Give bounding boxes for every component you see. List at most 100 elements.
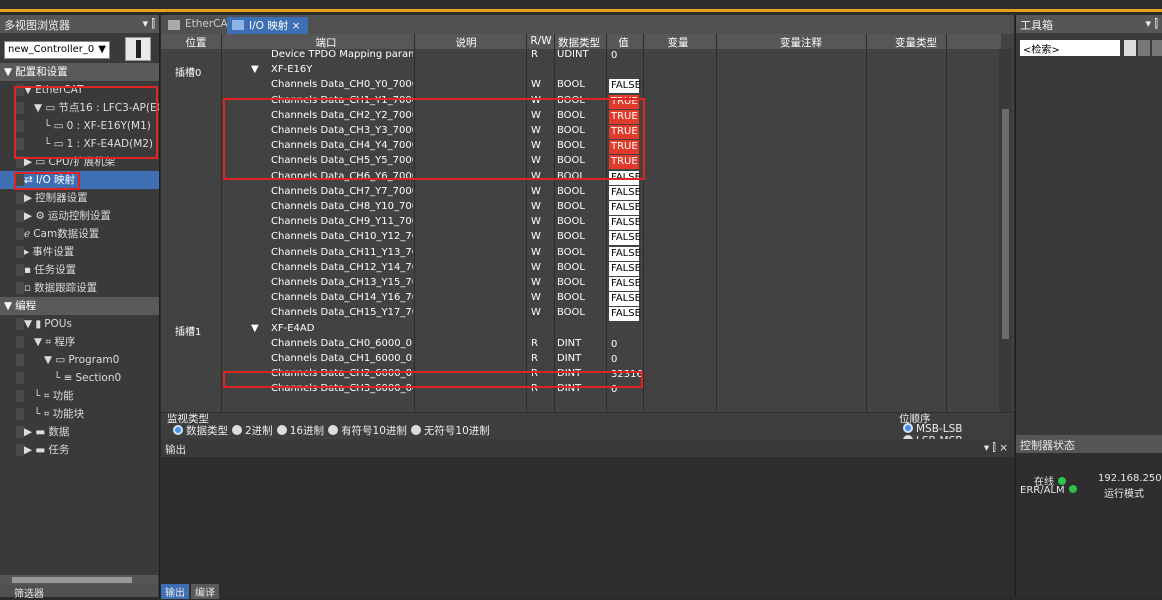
- value-cell[interactable]: FALSE: [609, 185, 641, 200]
- radio-icon[interactable]: [173, 425, 183, 435]
- controller-device-icon[interactable]: [125, 37, 151, 61]
- tree-node[interactable]: ⇄ I/O 映射: [0, 171, 159, 189]
- clear-icon[interactable]: [1152, 40, 1162, 56]
- value-cell[interactable]: FALSE: [609, 216, 641, 231]
- table-row[interactable]: Device TPDO Mapping paramet_RESEI R UDINT 0: [161, 49, 1001, 64]
- tree-node[interactable]: ▫ 数据跟踪设置: [0, 279, 159, 297]
- table-row[interactable]: Channels Data_CH15_Y17_7000_10 W BOOL FALSE: [161, 307, 1001, 322]
- tree-node[interactable]: ▼ ▮ POUs: [0, 315, 159, 333]
- table-row[interactable]: Channels Data_CH11_Y13_7000_0C W BOOL FALSE: [161, 246, 1001, 262]
- tree-arrow-icon[interactable]: ▼: [4, 300, 12, 312]
- tree-arrow-icon[interactable]: ▼: [24, 84, 32, 96]
- tree-arrow-icon[interactable]: ▫: [24, 282, 31, 294]
- value-cell[interactable]: TRUE: [609, 125, 639, 139]
- col-header-port[interactable]: 端口: [251, 35, 401, 50]
- table-row[interactable]: 插槽0 ▼ XF-E16Y: [161, 64, 1001, 79]
- col-header-variable[interactable]: 变量: [643, 35, 713, 50]
- tree-node[interactable]: ▼ ▭节点16 : LFC3-AP(E001: [0, 99, 159, 117]
- panel-controls-icon[interactable]: ▾ ⫿ ×: [984, 442, 1008, 455]
- monitor-type-radio[interactable]: 无符号10进制: [407, 425, 490, 437]
- table-row[interactable]: Channels Data_CH3_Y3_7000_04 W BOOL TRUE: [161, 125, 1001, 140]
- tree-arrow-icon[interactable]: ▼: [4, 66, 12, 78]
- value-cell[interactable]: TRUE: [609, 155, 639, 170]
- chevron-down-icon[interactable]: ▼: [98, 44, 106, 55]
- scroll-thumb[interactable]: [12, 577, 132, 583]
- table-row[interactable]: Channels Data_CH4_Y4_7000_05 W BOOL TRUE: [161, 140, 1001, 155]
- tree-node[interactable]: └ ▭ 0 : XF-E16Y(M1): [0, 117, 159, 135]
- tree-arrow-icon[interactable]: ▼ ▭: [34, 102, 55, 114]
- table-row[interactable]: Channels Data_CH8_Y10_7000_09 W BOOL FALSE: [161, 201, 1001, 216]
- tree-node[interactable]: ▶ 控制器设置: [0, 189, 159, 207]
- table-row[interactable]: Channels Data_CH9_Y11_7000_0A W BOOL FALSE: [161, 216, 1001, 231]
- table-row[interactable]: Channels Data_CH0_6000_01 R DINT 0: [161, 338, 1001, 353]
- tree-arrow-icon[interactable]: └ ▭: [44, 138, 64, 150]
- controller-select[interactable]: new_Controller_0 ▼: [4, 41, 110, 59]
- value-cell[interactable]: FALSE: [609, 307, 641, 322]
- tree-arrow-icon[interactable]: ▶ ▭: [24, 156, 45, 168]
- expand-arrow-icon[interactable]: ▼: [251, 64, 259, 75]
- value-cell[interactable]: FALSE: [609, 79, 641, 94]
- tree-arrow-icon[interactable]: ▼ ▮: [24, 318, 41, 330]
- col-header-description[interactable]: 说明: [411, 35, 521, 50]
- vertical-scrollbar[interactable]: [999, 49, 1012, 412]
- expand-arrow-icon[interactable]: ▼: [251, 323, 259, 334]
- tree-arrow-icon[interactable]: ▶ ▬: [24, 444, 45, 456]
- value-cell[interactable]: FALSE: [609, 201, 641, 215]
- tree-arrow-icon[interactable]: └ ⌗: [34, 408, 50, 420]
- value-cell[interactable]: 0: [609, 353, 639, 367]
- tree-node[interactable]: ▶ ⚙ 运动控制设置: [0, 207, 159, 225]
- monitor-type-radio[interactable]: 16进制: [273, 425, 324, 437]
- tree-arrow-icon[interactable]: ▪: [24, 264, 31, 276]
- value-cell[interactable]: FALSE: [609, 231, 641, 246]
- monitor-type-radio[interactable]: 有符号10进制: [324, 425, 407, 437]
- table-row[interactable]: Channels Data_CH1_Y1_7000_02 W BOOL TRUE: [161, 94, 1001, 110]
- tree-arrow-icon[interactable]: └ ▭: [44, 120, 64, 132]
- col-header-value[interactable]: 值: [606, 35, 641, 50]
- value-cell[interactable]: FALSE: [609, 246, 641, 261]
- tree-node[interactable]: ▼ 编程: [0, 297, 159, 315]
- tree-arrow-icon[interactable]: ▸: [24, 246, 29, 258]
- tree-node[interactable]: └ ≡ Section0: [0, 369, 159, 387]
- radio-icon[interactable]: [232, 425, 242, 435]
- table-row[interactable]: Channels Data_CH2_6000_03 R DINT 32316: [161, 368, 1001, 383]
- horizontal-scrollbar[interactable]: [0, 575, 158, 585]
- close-icon[interactable]: ×: [292, 20, 301, 32]
- tree-node[interactable]: ▸ 事件设置: [0, 243, 159, 261]
- value-cell[interactable]: FALSE: [609, 277, 641, 291]
- tree-arrow-icon[interactable]: ▶ ⚙: [24, 210, 45, 222]
- monitor-type-radio[interactable]: 数据类型: [169, 425, 228, 437]
- pin-icon[interactable]: ▾ ⫿: [142, 17, 155, 31]
- value-cell[interactable]: FALSE: [609, 170, 641, 185]
- radio-icon[interactable]: [410, 425, 421, 435]
- value-cell[interactable]: FALSE: [609, 261, 641, 276]
- tree-node[interactable]: ▶ ▬ 任务: [0, 441, 159, 459]
- tree-node[interactable]: ▼ ▭ Program0: [0, 351, 159, 369]
- tree-arrow-icon[interactable]: ⇄: [24, 174, 33, 186]
- tree-node[interactable]: ▼ ⌗ 程序: [0, 333, 159, 351]
- table-row[interactable]: Channels Data_CH10_Y12_7000_0B W BOOL FALSE: [161, 231, 1001, 246]
- tree-arrow-icon[interactable]: ▶ ▬: [24, 426, 45, 438]
- tree-arrow-icon[interactable]: ℯ: [24, 228, 30, 240]
- tree-node[interactable]: └ ▭ 1 : XF-E4AD(M2): [0, 135, 159, 153]
- col-header-datatype[interactable]: 数据类型: [554, 35, 604, 50]
- search-icon[interactable]: [1138, 40, 1150, 56]
- col-header-rw[interactable]: R/W: [526, 35, 556, 47]
- filter-bar[interactable]: 筛选器: [0, 585, 158, 600]
- tree-arrow-icon[interactable]: └ ≡: [54, 372, 72, 384]
- col-header-variable-type[interactable]: 变量类型: [871, 35, 961, 50]
- tab-io-map[interactable]: I/O 映射 ×: [227, 17, 309, 34]
- toolbox-search-input[interactable]: <检索>: [1020, 40, 1120, 56]
- value-cell[interactable]: 32316: [609, 368, 643, 382]
- table-row[interactable]: Channels Data_CH3_6000_04 R DINT 0: [161, 383, 1001, 398]
- tree-node[interactable]: ▼ EtherCAT: [0, 81, 159, 99]
- table-row[interactable]: Channels Data_CH7_Y7_7000_08 W BOOL FALSE: [161, 185, 1001, 201]
- table-row[interactable]: Channels Data_CH2_Y2_7000_03 W BOOL TRUE: [161, 109, 1001, 125]
- tree-node[interactable]: ▼ 配置和设置: [0, 63, 159, 81]
- tree-node[interactable]: ▶ ▭ CPU/扩展机架: [0, 153, 159, 171]
- value-cell[interactable]: 0: [609, 383, 639, 397]
- tree-node[interactable]: ℯ Cam数据设置: [0, 225, 159, 243]
- table-row[interactable]: Channels Data_CH14_Y16_7000_0F W BOOL FALSE: [161, 292, 1001, 307]
- tree-node[interactable]: └ ⌗ 功能块: [0, 405, 159, 423]
- tree-arrow-icon[interactable]: └ ⌗: [34, 390, 50, 402]
- table-row[interactable]: Channels Data_CH5_Y5_7000_06 W BOOL TRUE: [161, 155, 1001, 170]
